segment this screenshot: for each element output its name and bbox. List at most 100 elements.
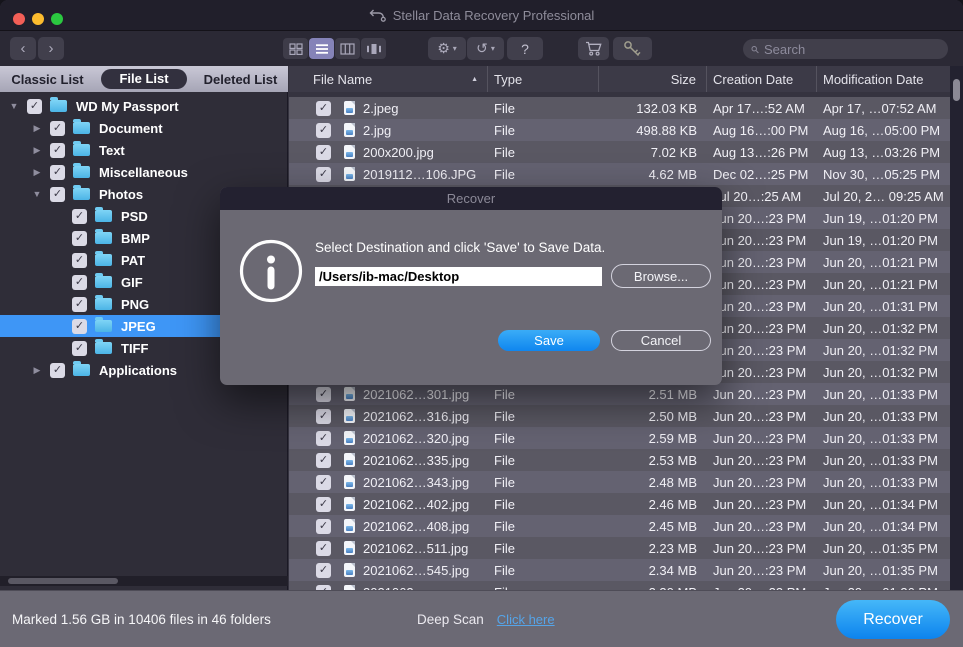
row-checkbox[interactable]: ✓ xyxy=(316,519,331,534)
app-title-text: Stellar Data Recovery Professional xyxy=(393,8,595,23)
table-row[interactable]: ✓2021062…316.jpg File 2.50 MB Jun 20…:23… xyxy=(289,405,951,427)
search-input[interactable] xyxy=(764,42,940,57)
tree-item-document[interactable]: ▶ ✓ Document xyxy=(0,117,287,139)
image-file-icon xyxy=(344,497,355,511)
zoom-window-button[interactable] xyxy=(51,13,63,25)
column-header-type[interactable]: Type xyxy=(488,66,599,92)
forward-button[interactable]: › xyxy=(38,37,64,60)
destination-path-input[interactable] xyxy=(315,267,602,286)
tree-item-text[interactable]: ▶ ✓ Text xyxy=(0,139,287,161)
recover-button[interactable]: Recover xyxy=(836,600,950,639)
row-checkbox[interactable]: ✓ xyxy=(316,167,331,182)
table-row[interactable]: ✓2021062…335.jpg File 2.53 MB Jun 20…:23… xyxy=(289,449,951,471)
column-header-modification-date[interactable]: Modification Date xyxy=(817,66,950,92)
tree-checkbox[interactable]: ✓ xyxy=(50,165,65,180)
row-checkbox[interactable]: ✓ xyxy=(316,145,331,160)
sidebar-horizontal-scrollbar[interactable] xyxy=(0,576,288,586)
image-file-icon xyxy=(344,431,355,445)
disclosure-closed-icon[interactable]: ▶ xyxy=(27,167,47,178)
row-checkbox[interactable]: ✓ xyxy=(316,497,331,512)
activation-button[interactable] xyxy=(613,37,652,60)
tree-checkbox[interactable]: ✓ xyxy=(72,209,87,224)
column-header-size[interactable]: Size xyxy=(599,66,707,92)
tree-item-wd-my-passport[interactable]: ▼ ✓ WD My Passport xyxy=(0,95,287,117)
table-row[interactable]: ✓200x200.jpg File 7.02 KB Aug 13…:26 PM … xyxy=(289,141,951,163)
column-view-button[interactable] xyxy=(335,38,360,59)
cart-icon xyxy=(585,41,603,56)
help-button[interactable]: ? xyxy=(507,37,543,60)
table-row[interactable]: ✓2021062…301.jpg File 2.51 MB Jun 20…:23… xyxy=(289,383,951,405)
row-checkbox[interactable]: ✓ xyxy=(316,387,331,402)
row-checkbox[interactable]: ✓ xyxy=(316,563,331,578)
row-checkbox[interactable]: ✓ xyxy=(316,409,331,424)
table-row[interactable]: ✓2021062…408.jpg File 2.45 MB Jun 20…:23… xyxy=(289,515,951,537)
image-file-icon xyxy=(344,453,355,467)
column-header-creation-date[interactable]: Creation Date xyxy=(707,66,817,92)
tree-checkbox[interactable]: ✓ xyxy=(50,187,65,202)
folder-icon xyxy=(95,342,112,354)
tree-checkbox[interactable]: ✓ xyxy=(72,297,87,312)
gear-icon: ⚙ xyxy=(437,40,450,57)
row-checkbox[interactable]: ✓ xyxy=(316,101,331,116)
tree-checkbox[interactable]: ✓ xyxy=(72,319,87,334)
row-checkbox[interactable]: ✓ xyxy=(316,431,331,446)
settings-button[interactable]: ⚙ ▾ xyxy=(428,37,466,60)
disclosure-open-icon[interactable]: ▼ xyxy=(4,101,24,111)
scrollbar-thumb[interactable] xyxy=(953,79,960,101)
deep-scan-link[interactable]: Click here xyxy=(497,612,555,627)
tree-checkbox[interactable]: ✓ xyxy=(50,121,65,136)
tab-file-list[interactable]: File List xyxy=(101,69,187,89)
table-vertical-scrollbar[interactable] xyxy=(950,66,963,590)
table-row[interactable]: ✓2.jpeg File 132.03 KB Apr 17…:52 AM Apr… xyxy=(289,97,951,119)
row-checkbox[interactable]: ✓ xyxy=(316,453,331,468)
table-row[interactable]: ✓2021062…343.jpg File 2.48 MB Jun 20…:23… xyxy=(289,471,951,493)
tree-checkbox[interactable]: ✓ xyxy=(27,99,42,114)
tree-item-miscellaneous[interactable]: ▶ ✓ Miscellaneous xyxy=(0,161,287,183)
folder-icon xyxy=(95,298,112,310)
tree-checkbox[interactable]: ✓ xyxy=(50,143,65,158)
scrollbar-thumb[interactable] xyxy=(8,578,118,584)
tree-checkbox[interactable]: ✓ xyxy=(72,341,87,356)
table-row[interactable]: ✓2019112…106.JPG File 4.62 MB Dec 02…:25… xyxy=(289,163,951,185)
table-row[interactable]: ✓2021062…511.jpg File 2.23 MB Jun 20…:23… xyxy=(289,537,951,559)
disclosure-closed-icon[interactable]: ▶ xyxy=(27,145,47,156)
table-row[interactable]: ✓2.jpg File 498.88 KB Aug 16…:00 PM Aug … xyxy=(289,119,951,141)
columns-icon xyxy=(340,43,355,55)
dialog-body: Select Destination and click 'Save' to S… xyxy=(220,210,722,385)
tree-checkbox[interactable]: ✓ xyxy=(72,275,87,290)
disclosure-closed-icon[interactable]: ▶ xyxy=(27,365,47,376)
folder-icon xyxy=(95,254,112,266)
marked-summary: Marked 1.56 GB in 10406 files in 46 fold… xyxy=(12,591,271,647)
table-row[interactable]: ✓2021062… File 2.30 MB Jun 20…:23 PM Jun… xyxy=(289,581,951,590)
back-button[interactable]: ‹ xyxy=(10,37,36,60)
table-row[interactable]: ✓2021062…320.jpg File 2.59 MB Jun 20…:23… xyxy=(289,427,951,449)
minimize-window-button[interactable] xyxy=(32,13,44,25)
tab-deleted-list[interactable]: Deleted List xyxy=(193,72,288,87)
table-row[interactable]: ✓2021062…402.jpg File 2.46 MB Jun 20…:23… xyxy=(289,493,951,515)
folder-icon xyxy=(50,100,67,112)
save-button[interactable]: Save xyxy=(498,330,600,351)
row-checkbox[interactable]: ✓ xyxy=(316,475,331,490)
window-title: Stellar Data Recovery Professional xyxy=(369,8,595,23)
tree-checkbox[interactable]: ✓ xyxy=(50,363,65,378)
disclosure-closed-icon[interactable]: ▶ xyxy=(27,123,47,134)
cancel-button[interactable]: Cancel xyxy=(611,330,711,351)
search-field[interactable] xyxy=(743,39,948,59)
list-view-button[interactable] xyxy=(309,38,334,59)
tree-checkbox[interactable]: ✓ xyxy=(72,231,87,246)
grid-view-button[interactable] xyxy=(283,38,308,59)
toolbar: ‹ › xyxy=(0,31,963,66)
column-header-file-name[interactable]: File Name ▲ xyxy=(289,66,488,92)
row-checkbox[interactable]: ✓ xyxy=(316,123,331,138)
coverflow-icon xyxy=(366,43,382,55)
buy-button[interactable] xyxy=(578,37,609,60)
browse-button[interactable]: Browse... xyxy=(611,264,711,288)
row-checkbox[interactable]: ✓ xyxy=(316,541,331,556)
close-window-button[interactable] xyxy=(13,13,25,25)
coverflow-view-button[interactable] xyxy=(361,38,386,59)
table-row[interactable]: ✓2021062…545.jpg File 2.34 MB Jun 20…:23… xyxy=(289,559,951,581)
tree-checkbox[interactable]: ✓ xyxy=(72,253,87,268)
rescan-button[interactable]: ↺ ▾ xyxy=(467,37,504,60)
disclosure-open-icon[interactable]: ▼ xyxy=(27,189,47,199)
tab-classic-list[interactable]: Classic List xyxy=(0,72,95,87)
